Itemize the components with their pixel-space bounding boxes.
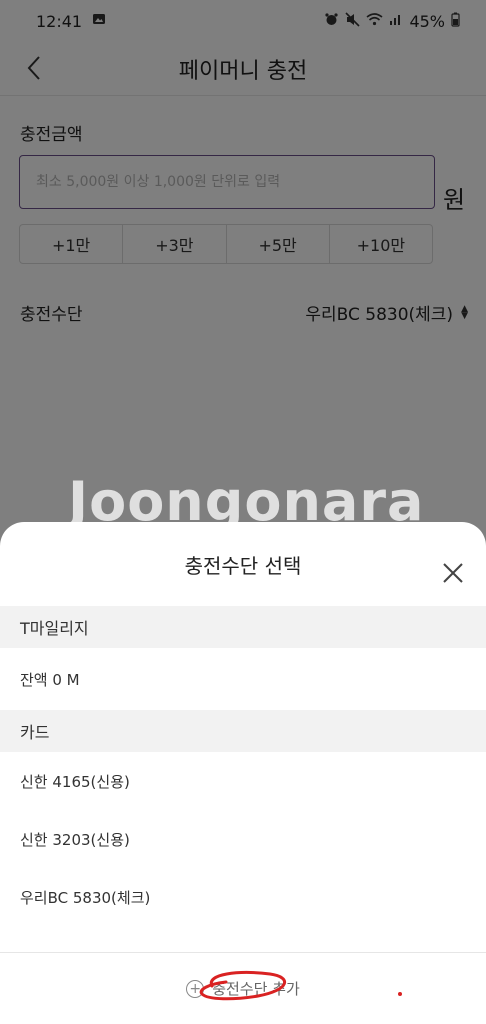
group-header-card: 카드 — [0, 710, 486, 752]
charge-method-sheet: 충전수단 선택 T마일리지 잔액 0 M 카드 신한 4165(신용) 신한 3… — [0, 522, 486, 1024]
option-card-shinhan-4165[interactable]: 신한 4165(신용) — [0, 752, 486, 810]
option-card-shinhan-3203[interactable]: 신한 3203(신용) — [0, 810, 486, 868]
add-charge-method-label: 충전수단 추가 — [212, 980, 300, 998]
add-charge-method-button[interactable]: + 충전수단 추가 — [0, 952, 486, 1024]
option-card-woori-5830[interactable]: 우리BC 5830(체크) — [0, 868, 486, 926]
sheet-title: 충전수단 선택 — [184, 553, 302, 578]
close-button[interactable] — [442, 562, 464, 584]
sheet-header: 충전수단 선택 — [0, 522, 486, 606]
close-icon — [443, 563, 463, 583]
annotation-dot — [398, 992, 402, 996]
plus-circle-icon: + — [186, 979, 205, 998]
group-header-tmileage: T마일리지 — [0, 606, 486, 648]
option-tmileage-balance[interactable]: 잔액 0 M — [0, 648, 486, 710]
